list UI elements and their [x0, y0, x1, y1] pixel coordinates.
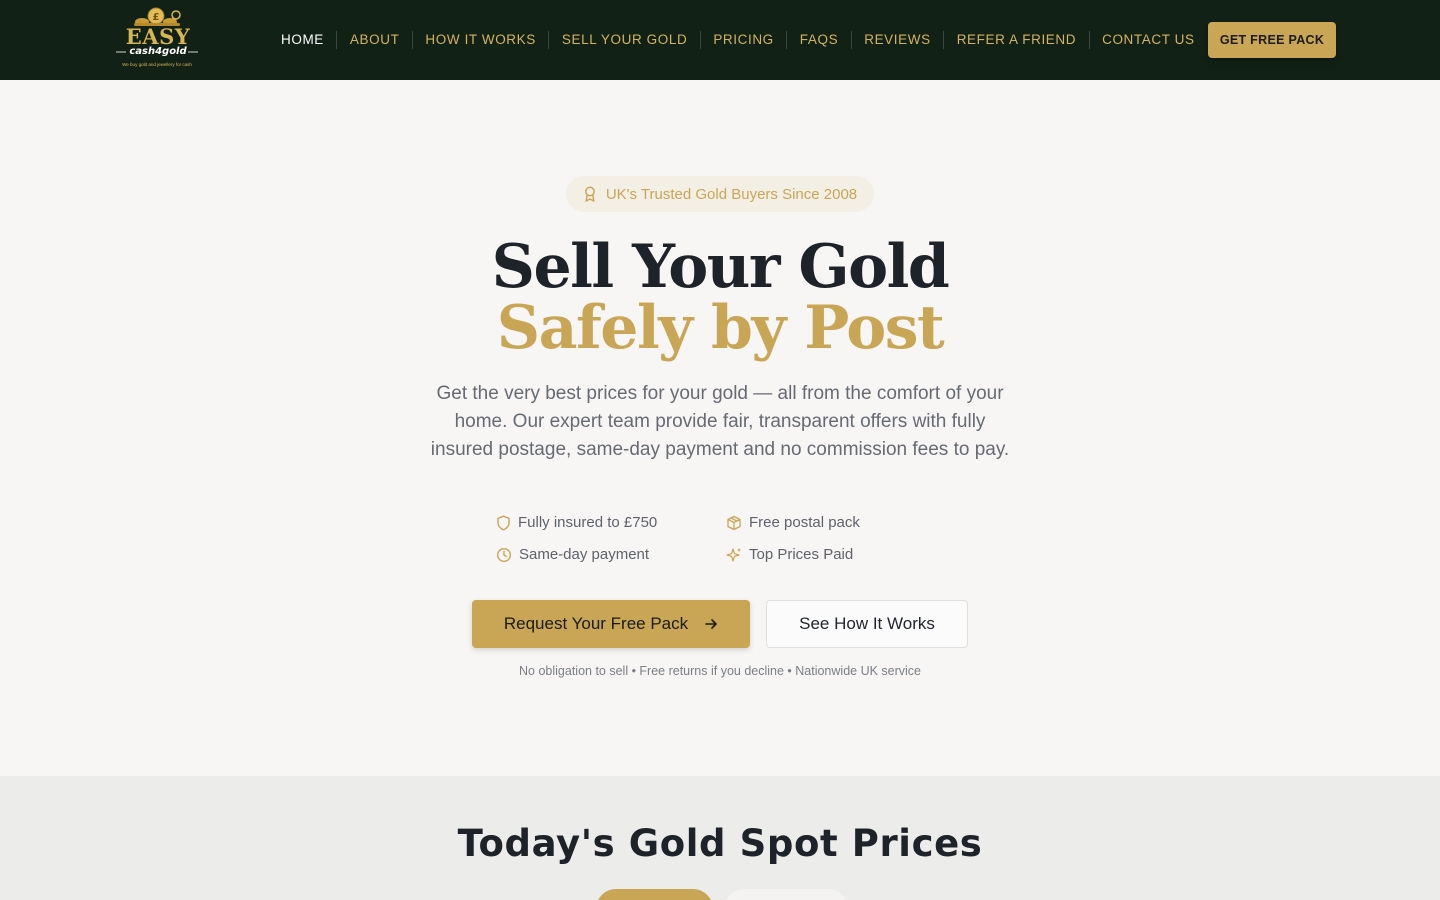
nav-home[interactable]: HOME	[281, 31, 336, 49]
main-nav: HOME ABOUT HOW IT WORKS SELL YOUR GOLD P…	[281, 30, 1195, 50]
clock-icon	[496, 547, 512, 562]
nav-contact-us[interactable]: CONTACT US	[1088, 31, 1195, 49]
feature-label: Free postal pack	[749, 514, 860, 531]
tab-gold[interactable]	[596, 889, 713, 900]
nav-about[interactable]: ABOUT	[336, 31, 412, 49]
see-how-it-works-button[interactable]: See How It Works	[766, 600, 968, 648]
trust-badge-label: UK's Trusted Gold Buyers Since 2008	[605, 185, 858, 203]
feature-label: Fully insured to £750	[518, 514, 658, 531]
tab-silver[interactable]	[724, 889, 848, 900]
trust-badge: UK's Trusted Gold Buyers Since 2008	[566, 176, 874, 212]
package-icon	[727, 515, 741, 530]
request-free-pack-label: Request Your Free Pack	[503, 614, 689, 633]
feature-item-prices: Top Prices Paid	[726, 546, 853, 563]
site-header: £ EASY cash4gold We buy gold and jewelle…	[0, 0, 1440, 80]
nav-sell-your-gold[interactable]: SELL YOUR GOLD	[548, 31, 699, 49]
award-icon	[584, 186, 595, 202]
shield-icon	[497, 515, 510, 530]
feature-item-payment: Same-day payment	[496, 546, 649, 563]
feature-list: Fully insured to £750 Free postal pack S…	[496, 514, 896, 572]
hero-title-line1: Sell Your Gold	[491, 232, 950, 302]
request-free-pack-button[interactable]: Request Your Free Pack	[472, 600, 750, 648]
feature-item-insured: Fully insured to £750	[496, 514, 657, 531]
feature-item-postal-pack: Free postal pack	[726, 514, 860, 531]
get-free-pack-button[interactable]: GET FREE PACK	[1208, 22, 1336, 58]
spot-prices-section: Today's Gold Spot Prices	[0, 776, 1440, 900]
spot-prices-title: Today's Gold Spot Prices	[457, 822, 983, 865]
nav-reviews[interactable]: REVIEWS	[850, 31, 943, 49]
feature-label: Top Prices Paid	[749, 546, 854, 563]
feature-label: Same-day payment	[519, 546, 650, 563]
site-logo[interactable]: £ EASY cash4gold We buy gold and jewelle…	[112, 6, 202, 72]
nav-pricing[interactable]: PRICING	[699, 31, 786, 49]
sparkles-icon	[726, 547, 741, 562]
hero-footnote: No obligation to sell • Free returns if …	[519, 664, 921, 678]
logo-subtitle: cash4gold	[129, 46, 187, 57]
hero-title-line2: Safely by Post	[496, 293, 945, 363]
hero-description: Get the very best prices for your gold —…	[430, 383, 1010, 460]
nav-refer-a-friend[interactable]: REFER A FRIEND	[943, 31, 1088, 49]
logo-tagline: We buy gold and jewellery for cash	[122, 62, 192, 67]
svg-text:£: £	[153, 12, 160, 23]
arrow-right-icon	[705, 619, 717, 629]
nav-how-it-works[interactable]: HOW IT WORKS	[411, 31, 548, 49]
nav-faqs[interactable]: FAQS	[786, 31, 850, 49]
